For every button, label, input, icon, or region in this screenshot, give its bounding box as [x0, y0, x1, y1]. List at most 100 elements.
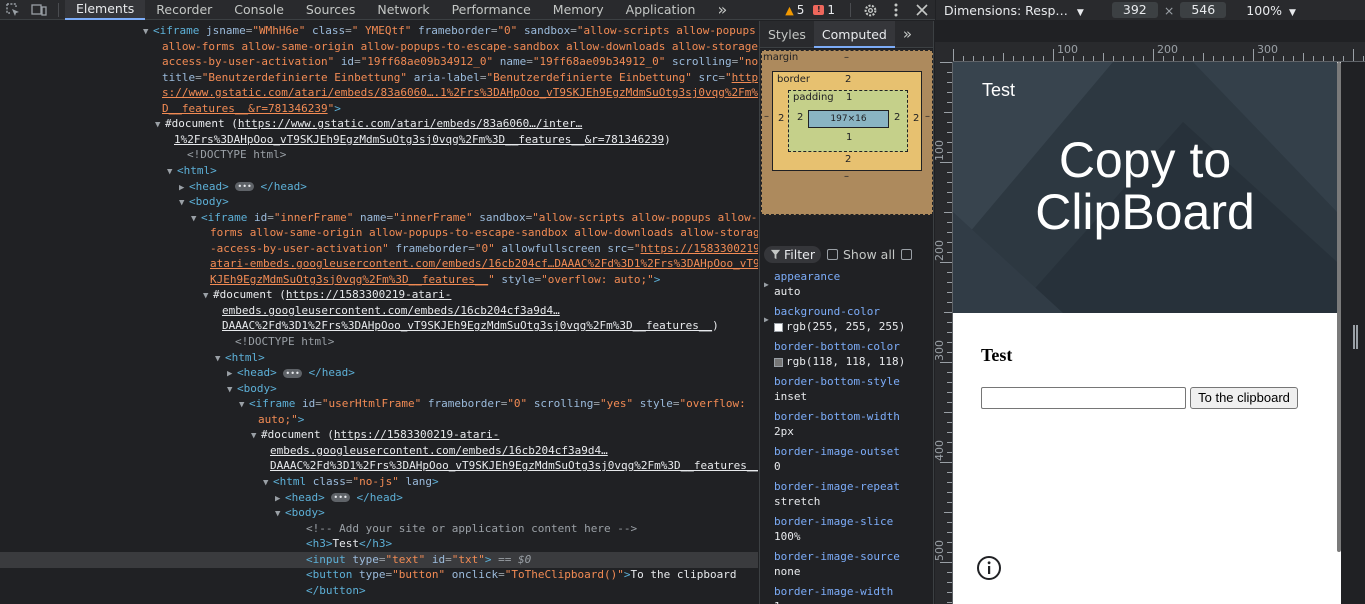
tab-console[interactable]: Console — [223, 0, 295, 20]
dom-node-line[interactable]: ▼ <body> — [0, 194, 758, 210]
dom-node-line[interactable]: access-by-user-activation" id="19ff68ae0… — [0, 54, 758, 70]
dom-node-line[interactable]: ▼ <html class="no-js" lang> — [0, 474, 758, 490]
side-tab-styles[interactable]: Styles — [760, 21, 814, 48]
dom-node-line[interactable]: ▶ <head> ••• </head> — [0, 365, 758, 381]
dom-node-line[interactable]: D__features__&r=781346239"> — [0, 101, 758, 117]
dom-node-line[interactable]: <!DOCTYPE html> — [0, 147, 758, 163]
resize-handle[interactable] — [1353, 325, 1358, 349]
dom-node-line[interactable]: DAAAC%2Fd%3D1%2Frs%3DAHpOoo_vT9SKJEh9Egz… — [0, 318, 758, 334]
more-options-icon[interactable] — [883, 0, 909, 20]
show-all-checkbox[interactable]: Show all — [826, 247, 895, 262]
dom-node-line[interactable]: -access-by-user-activation" frameborder=… — [0, 241, 758, 257]
info-icon[interactable] — [976, 555, 1002, 581]
side-tab-computed[interactable]: Computed — [813, 21, 895, 48]
computed-property[interactable]: border-image-outset 0 — [760, 445, 933, 479]
dom-node-line[interactable]: ▶ <head> ••• </head> — [0, 179, 758, 195]
dom-node-line[interactable]: atari-embeds.googleusercontent.com/embed… — [0, 256, 758, 272]
computed-property[interactable]: border-bottom-width 2px — [760, 410, 933, 444]
settings-gear-icon[interactable] — [857, 0, 883, 20]
tab-sources[interactable]: Sources — [295, 0, 366, 20]
dom-node-line[interactable]: embeds.googleusercontent.com/embeds/16cb… — [0, 303, 758, 319]
computed-property[interactable]: border-image-width 1 — [760, 585, 933, 604]
dom-node-line[interactable]: KJEh9EgzMdmSuOtg3sj0vqg%2Fm%3D__features… — [0, 272, 758, 288]
dom-node-line[interactable]: title="Benutzerdefinierte Einbettung" ar… — [0, 70, 758, 86]
dom-node-markup: <body> — [189, 195, 229, 209]
property-value: rgb(255, 255, 255) — [774, 320, 905, 333]
warnings-badge[interactable]: ▲ 5 — [785, 3, 804, 17]
error-icon: ! — [813, 5, 825, 15]
dimensions-select[interactable]: Dimensions: Resp… ▼ — [944, 3, 1084, 18]
dom-node-line[interactable]: ▶ <head> ••• </head> — [0, 490, 758, 506]
dom-node-line[interactable]: ▼ #document (https://1583300219-atari- — [0, 427, 758, 443]
computed-property[interactable]: border-bottom-style inset — [760, 375, 933, 409]
dom-node-markup: <head> ••• </head> — [285, 490, 403, 504]
dom-node-line[interactable]: <!-- Add your site or application conten… — [0, 521, 758, 537]
filter-input[interactable]: Filter — [764, 245, 821, 263]
dom-node-line[interactable]: ▼ <iframe id="userHtmlFrame" frameborder=… — [0, 396, 758, 412]
tab-performance[interactable]: Performance — [441, 0, 542, 20]
property-name: border-image-repeat — [774, 480, 900, 493]
show-all-checkbox-box[interactable] — [826, 248, 838, 260]
border-top-value: 2 — [845, 74, 852, 85]
dom-node-line[interactable]: auto;"> — [0, 412, 758, 428]
expand-caret-icon[interactable]: ▶ — [764, 315, 769, 324]
dom-node-line[interactable]: <!DOCTYPE html> — [0, 334, 758, 350]
ruler-tick — [1293, 56, 1294, 61]
dom-node-markup: #document (https://www.gstatic.com/atari… — [165, 117, 583, 131]
expand-caret-icon[interactable]: ▶ — [764, 280, 769, 289]
device-toolbar-icon[interactable] — [26, 0, 52, 20]
zoom-select[interactable]: 100% ▼ — [1246, 3, 1296, 18]
errors-badge[interactable]: ! 1 — [813, 3, 835, 17]
side-more-tabs-button[interactable]: » — [895, 21, 920, 48]
dom-node-line[interactable]: <button type="button" onclick="ToTheClip… — [0, 567, 758, 583]
dom-node-line[interactable]: ▼ <html> — [0, 350, 758, 366]
computed-property[interactable]: border-image-slice 100% — [760, 515, 933, 549]
height-input[interactable]: 546 — [1180, 2, 1227, 18]
to-clipboard-button[interactable]: To the clipboard — [1190, 387, 1298, 409]
width-input[interactable]: 392 — [1111, 2, 1158, 18]
warning-icon: ▲ — [785, 3, 794, 17]
dom-node-line[interactable]: <h3>Test</h3> — [0, 536, 758, 552]
box-model-content: 197×16 — [808, 110, 889, 128]
color-swatch[interactable] — [774, 357, 783, 367]
color-swatch[interactable] — [774, 322, 783, 332]
computed-property[interactable]: border-bottom-color rgb(118, 118, 118) — [760, 340, 933, 374]
dom-node-line[interactable]: ▼ <body> — [0, 505, 758, 521]
dom-node-line[interactable]: embeds.googleusercontent.com/embeds/16cb… — [0, 443, 758, 459]
dom-node-line[interactable]: ▼ <html> — [0, 163, 758, 179]
ruler-tick — [940, 262, 952, 263]
computed-property[interactable]: ▶ background-color rgb(255, 255, 255) — [760, 305, 933, 339]
computed-property[interactable]: border-image-source none — [760, 550, 933, 584]
tab-recorder[interactable]: Recorder — [145, 0, 223, 20]
computed-property[interactable]: ▶ appearance auto — [760, 270, 933, 304]
property-name: border-image-slice — [774, 515, 894, 528]
more-tabs-button[interactable]: » — [706, 0, 738, 20]
tab-elements[interactable]: Elements — [65, 0, 146, 20]
inspect-element-icon[interactable] — [0, 0, 26, 20]
clipboard-text-input[interactable] — [981, 387, 1186, 409]
computed-property[interactable]: border-image-repeat stretch — [760, 480, 933, 514]
dom-node-line[interactable]: </button> — [0, 583, 758, 599]
dom-node-line[interactable]: ▼ #document (https://www.gstatic.com/atar… — [0, 116, 758, 132]
dom-node-line[interactable]: forms allow-same-origin allow-popups-to-… — [0, 225, 758, 241]
tab-memory[interactable]: Memory — [542, 0, 615, 20]
ruler-tick — [947, 332, 952, 333]
dom-node-line[interactable]: s://www.gstatic.com/atari/embeds/83a6060… — [0, 85, 758, 101]
dom-node-line[interactable]: ▼ <iframe jsname="WMhH6e" class=" YMEQtf"… — [0, 23, 758, 39]
dom-node-line[interactable]: <input type="text" id="txt"> == $0 — [0, 551, 758, 568]
hero-banner: Test Copy to ClipBoard — [953, 62, 1337, 313]
ruler-tick — [947, 142, 952, 143]
dom-node-line[interactable]: 1%2Frs%3DAHpOoo_vT9SKJEh9EgzMdmSuOtg3sj0… — [0, 132, 758, 148]
tab-application[interactable]: Application — [615, 0, 707, 20]
close-icon[interactable] — [909, 0, 935, 20]
ruler-label: 500 — [935, 540, 946, 561]
dom-node-line[interactable]: allow-forms allow-same-origin allow-popu… — [0, 39, 758, 55]
dom-node-line[interactable]: ▼ #document (https://1583300219-atari- — [0, 287, 758, 303]
ruler-tick — [1063, 56, 1064, 61]
group-checkbox[interactable] — [901, 248, 913, 260]
dom-node-line[interactable]: DAAAC%2Fd%3D1%2Frs%3DAHpOoo_vT9SKJEh9Egz… — [0, 458, 758, 474]
elements-dom-tree[interactable]: ▼ <iframe jsname="WMhH6e" class=" YMEQtf"… — [0, 21, 758, 604]
dom-node-line[interactable]: ▼ <body> — [0, 381, 758, 397]
dom-node-line[interactable]: ▼ <iframe id="innerFrame" name="innerFram… — [0, 210, 758, 226]
tab-network[interactable]: Network — [366, 0, 440, 20]
